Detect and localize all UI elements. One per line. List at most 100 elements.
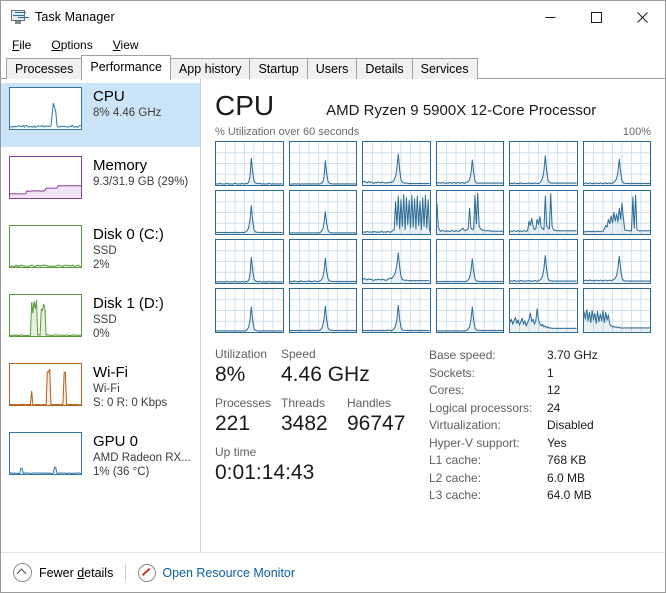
core-graph-12[interactable] — [215, 239, 284, 284]
sidebar-item-gpu-0[interactable]: GPU 0 AMD Radeon RX... 1% (36 °C) — [1, 428, 200, 492]
logical-processor-grid[interactable] — [215, 141, 651, 333]
core-graph-19[interactable] — [288, 288, 357, 333]
core-graph-6[interactable] — [215, 190, 284, 235]
sidebar-item-title: CPU — [93, 88, 125, 105]
core-graph-13[interactable] — [288, 239, 357, 284]
spec-key: L1 cache: — [429, 453, 482, 467]
spec-row: Virtualization: Disabled — [429, 417, 651, 435]
core-graph-15[interactable] — [435, 239, 504, 284]
stat-threads: Threads 3482 — [281, 396, 347, 437]
core-graph-7[interactable] — [288, 190, 357, 235]
open-resource-monitor-link[interactable]: Open Resource Monitor — [138, 563, 296, 582]
core-graph-3[interactable] — [435, 141, 504, 186]
resource-sidebar: CPU 8% 4.46 GHz Memory 9.3/31.9 GB (29%) Dis… — [1, 79, 201, 557]
sidebar-item-sub1: SSD — [93, 314, 117, 326]
sidebar-item-disk-1[interactable]: Disk 1 (D:) SSD 0% — [1, 290, 200, 354]
sidebar-item-disk-0[interactable]: Disk 0 (C:) SSD 2% — [1, 221, 200, 285]
spec-row: L2 cache: 6.0 MB — [429, 470, 651, 488]
menu-item-view[interactable]: View — [111, 36, 148, 54]
sidebar-labels-gpu-0: GPU 0 AMD Radeon RX... 1% (36 °C) — [93, 432, 191, 479]
sidebar-item-title: Wi-Fi — [93, 364, 128, 381]
sidebar-item-title: GPU 0 — [93, 433, 139, 450]
stat-value: 0:01:14:43 — [215, 461, 315, 484]
spec-row: L1 cache: 768 KB — [429, 452, 651, 470]
spec-value: 12 — [547, 383, 561, 397]
core-graph-8[interactable] — [362, 190, 431, 235]
tab-services[interactable]: Services — [411, 58, 478, 79]
stat-up-time: Up time 0:01:14:43 — [215, 445, 315, 486]
sidebar-item-wifi[interactable]: Wi-Fi Wi-Fi S: 0 R: 0 Kbps — [1, 359, 200, 423]
core-graph-0[interactable] — [215, 141, 284, 186]
sidebar-item-sub1: 9.3/31.9 GB (29%) — [93, 176, 189, 188]
spec-value: 24 — [547, 400, 561, 415]
spec-value: 768 KB — [547, 453, 587, 467]
tab-performance[interactable]: Performance — [81, 55, 171, 80]
core-graph-10[interactable] — [509, 190, 578, 235]
tab-processes[interactable]: Processes — [6, 58, 83, 79]
spec-row: Base speed: 3.70 GHz — [429, 347, 651, 365]
sidebar-thumb-cpu — [9, 87, 82, 130]
spec-row: Hyper-V support: Yes — [429, 435, 651, 453]
stat-label: Up time — [215, 445, 257, 459]
sidebar-thumb-wifi — [9, 363, 82, 406]
spec-row: Sockets: 1 — [429, 365, 651, 383]
cpu-detail-panel: CPU AMD Ryzen 9 5900X 12-Core Processor … — [201, 79, 665, 557]
sidebar-item-sub2: 2% — [93, 259, 110, 271]
spec-value: 1 — [547, 365, 554, 380]
minimize-button[interactable] — [527, 1, 573, 33]
core-graph-5[interactable] — [582, 141, 651, 186]
graph-axis-caption: % Utilization over 60 seconds — [215, 126, 360, 138]
graph-axis-max: 100% — [622, 126, 651, 138]
core-graph-22[interactable] — [509, 288, 578, 333]
sidebar-item-cpu[interactable]: CPU 8% 4.46 GHz — [1, 83, 200, 147]
open-resource-monitor-label: Open Resource Monitor — [162, 565, 296, 580]
tab-users[interactable]: Users — [306, 58, 358, 79]
core-graph-2[interactable] — [362, 141, 431, 186]
stat-row-row3: Up time 0:01:14:43 — [215, 445, 427, 486]
menu-item-options[interactable]: Options — [49, 36, 101, 54]
sidebar-thumb-disk-1 — [9, 294, 82, 337]
task-manager-icon — [11, 9, 27, 25]
stat-value: 8% — [215, 363, 246, 386]
core-graph-9[interactable] — [435, 190, 504, 235]
window-title: Task Manager — [35, 10, 115, 24]
core-graph-17[interactable] — [582, 239, 651, 284]
spec-value: 64.0 MB — [547, 488, 592, 502]
spec-row: Logical processors: 24 — [429, 400, 651, 418]
sidebar-labels-cpu: CPU 8% 4.46 GHz — [93, 87, 161, 120]
sidebar-thumb-disk-0 — [9, 225, 82, 268]
core-graph-1[interactable] — [288, 141, 357, 186]
spec-value: Yes — [547, 435, 567, 450]
core-graph-11[interactable] — [582, 190, 651, 235]
sidebar-item-sub1: SSD — [93, 245, 117, 257]
sidebar-item-sub2: 1% (36 °C) — [93, 466, 150, 478]
core-graph-18[interactable] — [215, 288, 284, 333]
menu-item-file[interactable]: File — [10, 36, 40, 54]
stat-value: 221 — [215, 412, 251, 435]
tab-startup[interactable]: Startup — [249, 58, 308, 79]
core-graph-20[interactable] — [362, 288, 431, 333]
tab-app-history[interactable]: App history — [169, 58, 251, 79]
fewer-details-button[interactable]: Fewer details — [13, 563, 113, 582]
sidebar-item-sub2: 0% — [93, 328, 110, 340]
stat-value: 3482 — [281, 412, 328, 435]
sidebar-item-title: Disk 1 (D:) — [93, 295, 164, 312]
sidebar-labels-disk-0: Disk 0 (C:) SSD 2% — [93, 225, 164, 272]
sidebar-item-title: Memory — [93, 157, 148, 174]
core-graph-16[interactable] — [509, 239, 578, 284]
tab-details[interactable]: Details — [356, 58, 413, 79]
spec-row: L3 cache: 64.0 MB — [429, 487, 651, 505]
core-graph-14[interactable] — [362, 239, 431, 284]
sidebar-item-sub1: 8% 4.46 GHz — [93, 107, 162, 119]
core-graph-4[interactable] — [509, 141, 578, 186]
sidebar-item-sub1: AMD Radeon RX... — [93, 452, 191, 464]
spec-key: Hyper-V support: — [429, 435, 520, 450]
menu-bar: File Options View — [1, 33, 665, 56]
maximize-button[interactable] — [573, 1, 619, 33]
core-graph-23[interactable] — [582, 288, 651, 333]
resource-monitor-icon — [138, 563, 157, 582]
core-graph-21[interactable] — [435, 288, 504, 333]
close-button[interactable] — [619, 1, 665, 33]
sidebar-item-memory[interactable]: Memory 9.3/31.9 GB (29%) — [1, 152, 200, 216]
graph-axis-labels: % Utilization over 60 seconds 100% — [215, 126, 651, 138]
